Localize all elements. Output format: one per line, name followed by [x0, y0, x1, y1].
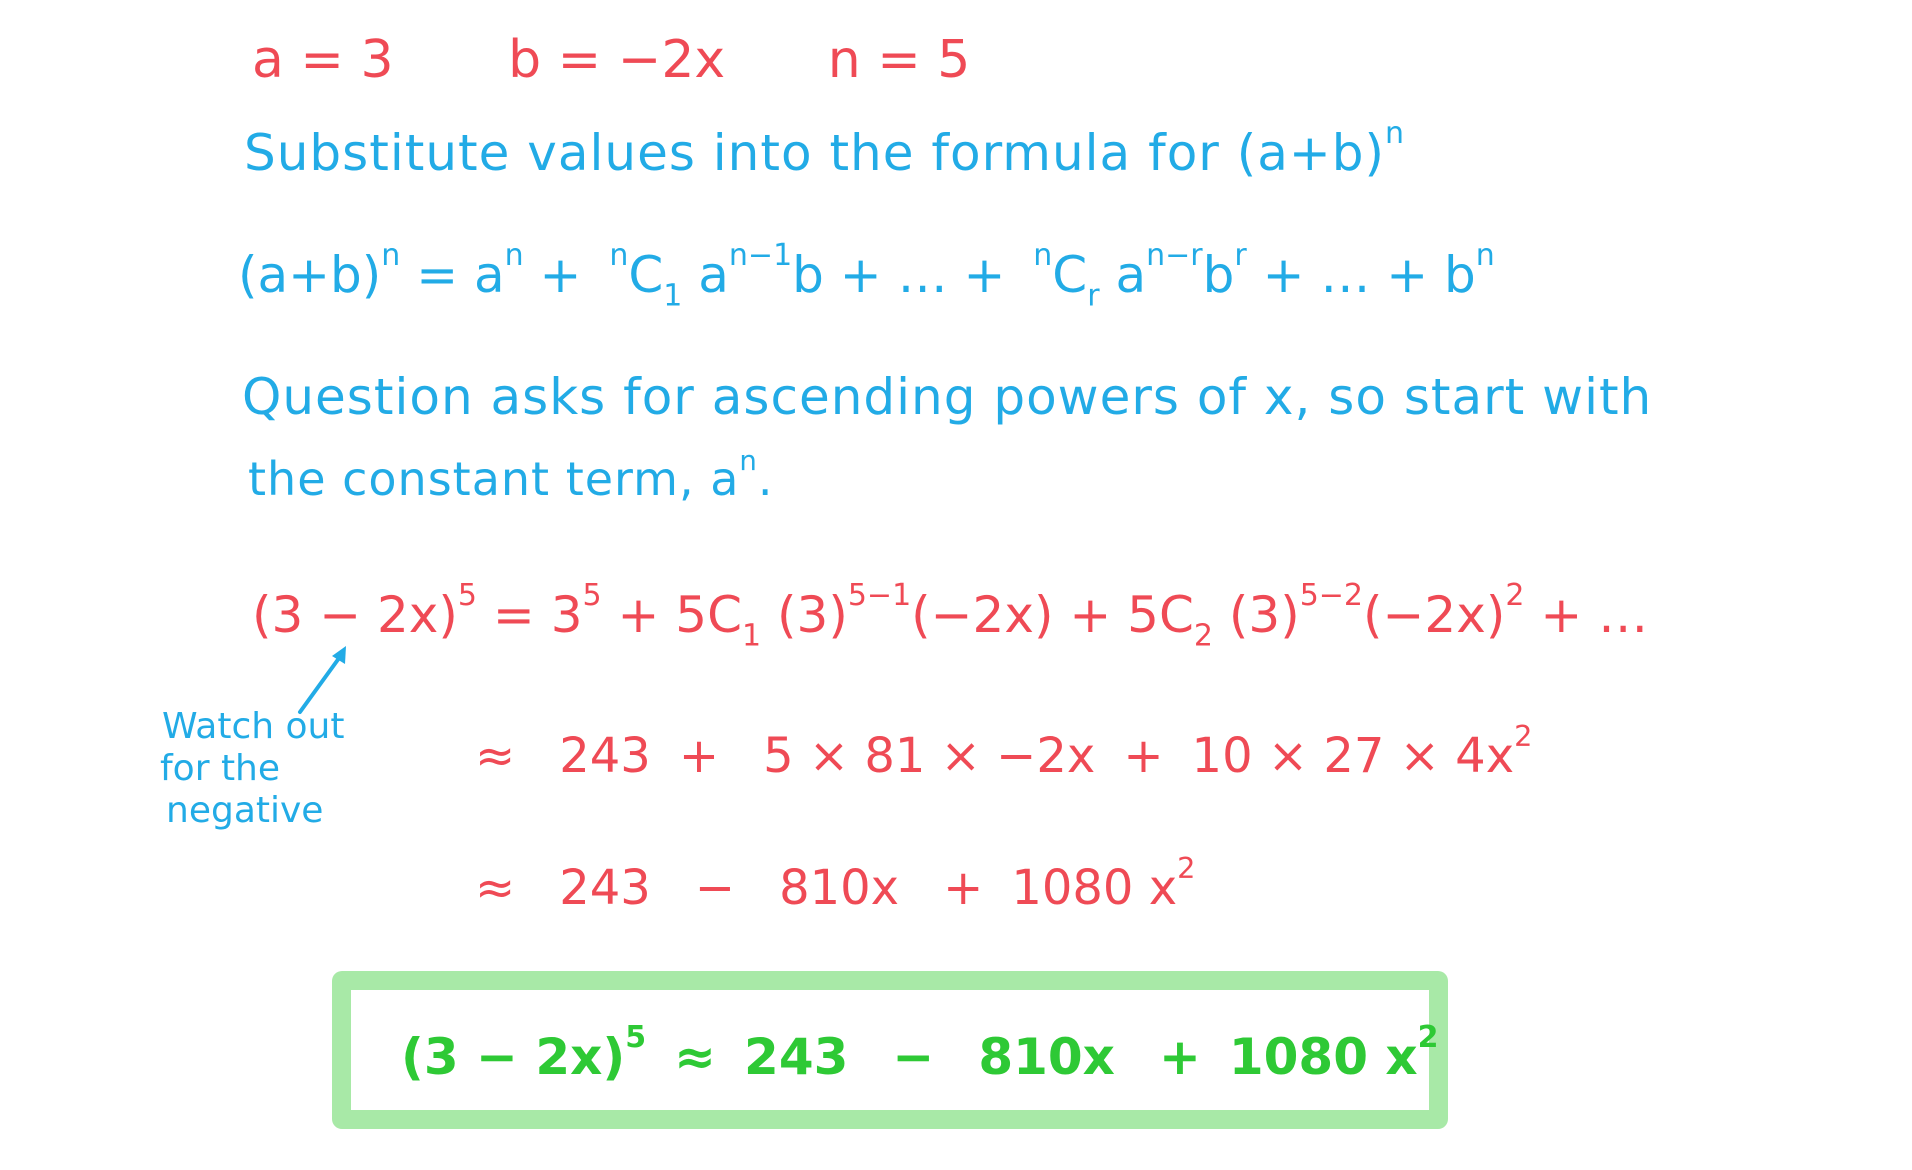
formula-c1-n: n — [609, 238, 629, 273]
formula-cr-sub: r — [1087, 278, 1100, 314]
instruction-superscript: n — [1385, 116, 1406, 151]
annotation-note: Watch out for the negative — [160, 706, 400, 832]
arrow-icon — [298, 646, 346, 714]
formula-term2-power: n−1 — [728, 238, 793, 273]
expansion-c2-sub: 2 — [1193, 618, 1213, 654]
step2-op2: + — [943, 860, 984, 916]
step1-op1: + — [678, 728, 720, 784]
step2-term3-power: 2 — [1177, 851, 1196, 886]
expansion-term3-b-power: 2 — [1505, 578, 1525, 613]
instruction-text: Substitute values into the formula for (… — [244, 124, 1386, 182]
value-b: b = −2x — [508, 30, 726, 90]
answer-lhs-power: 5 — [625, 1020, 647, 1055]
instruction-ascending-line1: Question asks for ascending powers of x,… — [242, 368, 1653, 426]
expansion-term3-base: (3) — [1212, 586, 1300, 644]
expansion-term2-b: (−2x) — [911, 586, 1054, 644]
binomial-formula: (a+b)n = an + nC1 an−1b + … + nCr an−rbr… — [238, 241, 1495, 312]
final-answer: (3 − 2x)5 ≈243−810x +1080 x2 — [401, 1023, 1439, 1087]
formula-lhs: (a+b) — [238, 246, 382, 304]
step2-term1: 243 — [559, 860, 651, 916]
formula-cr-n: n — [1033, 238, 1053, 273]
note-line3: negative — [166, 790, 324, 831]
expansion-term3-power: 5−2 — [1299, 578, 1364, 613]
answer-op1: − — [892, 1028, 935, 1086]
answer-approx: ≈ — [674, 1028, 717, 1086]
formula-c1-sub: 1 — [663, 278, 683, 314]
formula-termr-b-power: r — [1234, 238, 1247, 273]
simplification-step1: ≈243 +5 × 81 × −2x +10 × 27 × 4x2 — [475, 722, 1532, 780]
expansion-term2-power: 5−1 — [847, 578, 912, 613]
expansion-term3-b: (−2x) — [1363, 586, 1506, 644]
expansion-substituted: (3 − 2x)5 = 35 + 5C1 (3)5−1(−2x) + 5C2 (… — [252, 581, 1648, 652]
formula-lhs-power: n — [381, 238, 401, 273]
expansion-equals: = 3 — [477, 586, 583, 644]
step1-term2: 5 × 81 × −2x — [763, 728, 1096, 784]
answer-op2: + — [1158, 1028, 1201, 1086]
expansion-plus2: + — [1053, 586, 1128, 644]
formula-tail-power: n — [1475, 238, 1495, 273]
step2-term2: 810x — [779, 860, 900, 916]
given-values: a = 3 b = −2x n = 5 — [252, 34, 970, 86]
expansion-c1-sub: 1 — [742, 618, 762, 654]
expansion-term2-base: (3) — [761, 586, 848, 644]
formula-tail: + … + b — [1246, 246, 1476, 304]
step2-term3: 1080 x — [1011, 860, 1178, 916]
expansion-tail: + … — [1524, 586, 1649, 644]
formula-plus: + — [523, 246, 598, 304]
answer-term3: 1080 x — [1228, 1028, 1418, 1086]
simplification-step2: ≈243−810x +1080 x2 — [475, 854, 1195, 912]
formula-equals: = a — [400, 246, 505, 304]
answer-term1: 243 — [744, 1028, 849, 1086]
formula-term2-b: b + … + — [792, 246, 1022, 304]
formula-termr-b: b — [1202, 246, 1235, 304]
instruction-line2-end: . — [757, 452, 774, 506]
expansion-c1: 5C — [675, 586, 743, 644]
formula-termr-a-power: n−r — [1146, 238, 1203, 273]
answer-term2: 810x — [978, 1028, 1115, 1086]
expansion-term1-power: 5 — [582, 578, 602, 613]
formula-cr: C — [1052, 246, 1088, 304]
approx-symbol: ≈ — [475, 860, 516, 916]
instruction-line2-power: n — [739, 444, 758, 478]
expansion-c2: 5C — [1127, 586, 1194, 644]
step2-op1: − — [694, 860, 736, 916]
approx-symbol: ≈ — [475, 728, 516, 784]
answer-lhs: (3 − 2x) — [401, 1028, 626, 1086]
step1-term1: 243 — [559, 728, 651, 784]
step1-op2: + — [1123, 728, 1164, 784]
value-a: a = 3 — [252, 30, 394, 90]
answer-box: (3 − 2x)5 ≈243−810x +1080 x2 — [332, 971, 1448, 1129]
instruction-ascending-line2: the constant term, an. — [248, 447, 774, 502]
instruction-substitute: Substitute values into the formula for (… — [244, 119, 1405, 179]
expansion-plus1: + — [601, 586, 676, 644]
formula-termr-a: a — [1099, 246, 1147, 304]
step1-term3: 10 × 27 × 4x — [1191, 728, 1515, 784]
step1-term3-power: 2 — [1514, 719, 1533, 754]
instruction-line2-text: the constant term, a — [248, 452, 740, 506]
formula-term2-a: a — [682, 246, 729, 304]
value-n: n = 5 — [827, 30, 971, 90]
note-line2: for the — [160, 748, 281, 789]
answer-term3-power: 2 — [1417, 1020, 1439, 1055]
formula-term1-power: n — [504, 238, 524, 273]
expansion-lhs-power: 5 — [457, 578, 478, 613]
formula-c1: C — [628, 246, 664, 304]
note-line1: Watch out — [162, 706, 345, 747]
